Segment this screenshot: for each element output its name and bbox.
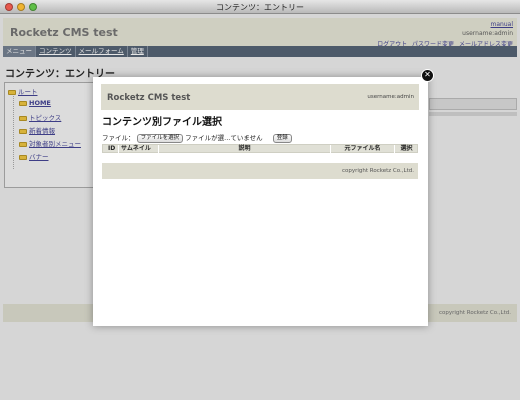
tree-item-audience-menu[interactable]: 対象者別メニュー <box>19 138 81 148</box>
column-header-id: ID <box>108 145 116 152</box>
content-panel-divider <box>429 112 517 116</box>
window-title: コンテンツ：エントリー <box>216 3 304 12</box>
tree-item-label: バナー <box>29 153 49 161</box>
header-username: username:admin <box>462 30 513 37</box>
folder-icon <box>19 142 27 147</box>
file-select-modal: Rocketz CMS test username:admin コンテンツ別ファ… <box>93 77 428 326</box>
content-panel-header <box>429 98 517 110</box>
modal-footer: copyright Rocketz Co.,Ltd. <box>102 163 418 179</box>
column-header-select: 選択 <box>394 145 418 154</box>
folder-icon <box>19 116 27 121</box>
modal-heading: コンテンツ別ファイル選択 <box>102 117 222 128</box>
site-header: Rocketz CMS test manual username:admin ロ… <box>3 18 517 48</box>
column-header-original-filename: 元ファイル名 <box>330 145 394 154</box>
tree-item-label: 対象者別メニュー <box>29 140 81 148</box>
tree-item-news[interactable]: 新着情報 <box>19 125 55 135</box>
modal-footer-copyright: copyright Rocketz Co.,Ltd. <box>342 168 414 174</box>
choose-file-button[interactable]: ファイルを選択 <box>136 134 184 143</box>
column-header-description: 説明 <box>158 145 330 154</box>
window-titlebar: コンテンツ：エントリー <box>0 0 520 14</box>
nav-item-menu[interactable]: メニュー <box>3 46 36 57</box>
modal-site-title: Rocketz CMS test <box>107 93 191 103</box>
file-label: ファイル： <box>102 134 135 142</box>
file-upload-row: ファイル： ファイルを選択 ファイルが選...ていません 登録 <box>102 132 292 143</box>
nav-item-mailform[interactable]: メールフォーム <box>76 46 128 57</box>
folder-icon <box>19 155 27 160</box>
tree-item-label: 新着情報 <box>29 127 55 135</box>
no-file-chosen-text: ファイルが選...ていません <box>185 134 263 142</box>
modal-header: Rocketz CMS test username:admin <box>101 84 419 110</box>
site-title: Rocketz CMS test <box>10 26 118 39</box>
tree-item-label: HOME <box>29 99 51 107</box>
nav-item-contents[interactable]: コンテンツ <box>36 46 76 57</box>
content-tree: ルート HOME トピックス 新着情報 対象者別メニュー バナー <box>4 82 96 188</box>
file-table-header: ID サムネイル 説明 元ファイル名 選択 <box>102 144 418 154</box>
footer-copyright: copyright Rocketz Co.,Ltd. <box>439 310 511 316</box>
tree-connector <box>13 93 14 169</box>
manual-link[interactable]: manual <box>491 21 513 28</box>
modal-username: username:admin <box>367 94 414 100</box>
folder-icon <box>19 129 27 134</box>
tree-item-root[interactable]: ルート <box>8 86 38 96</box>
folder-icon <box>19 101 27 106</box>
nav-item-admin[interactable]: 管理 <box>128 46 148 57</box>
tree-item-topics[interactable]: トピックス <box>19 112 61 122</box>
tree-item-label: トピックス <box>29 114 62 122</box>
tree-item-home[interactable]: HOME <box>19 99 51 107</box>
folder-icon <box>8 90 16 95</box>
tree-item-banner[interactable]: バナー <box>19 151 49 161</box>
column-header-thumbnail: サムネイル <box>118 145 151 154</box>
register-button[interactable]: 登録 <box>272 134 292 143</box>
tree-item-label: ルート <box>18 88 38 96</box>
main-nav: メニュー コンテンツ メールフォーム 管理 <box>3 46 517 57</box>
close-icon[interactable]: ✕ <box>421 69 434 82</box>
